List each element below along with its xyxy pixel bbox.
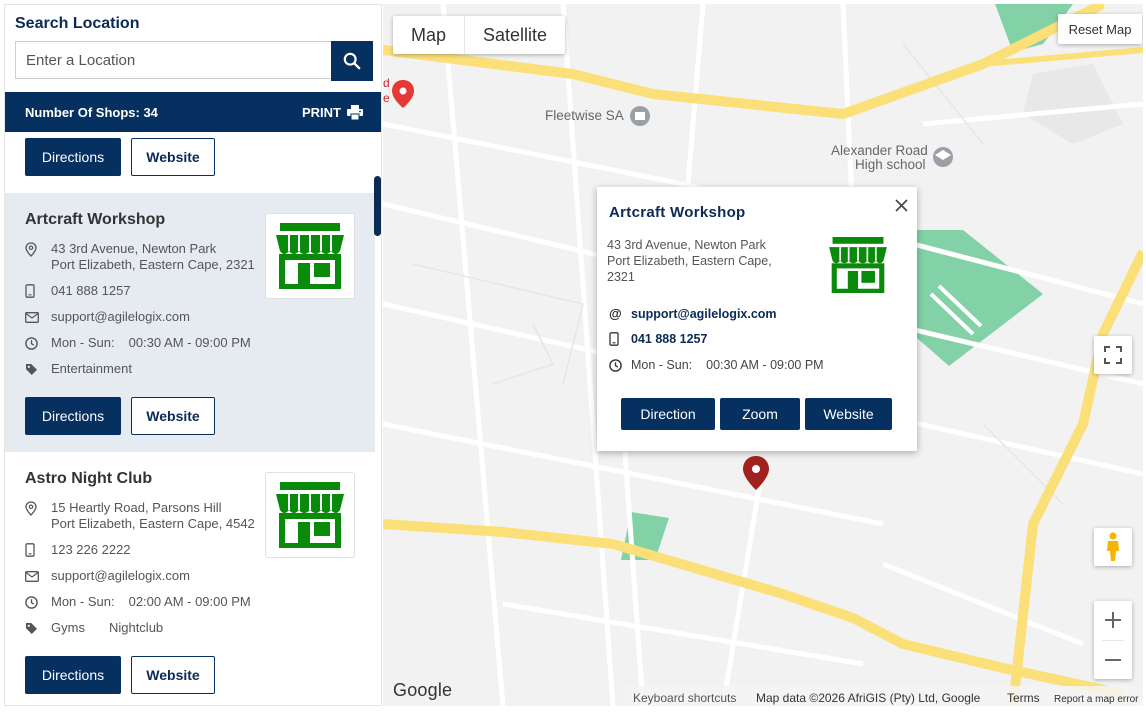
popup-close-button[interactable]	[891, 195, 911, 215]
map-type-map[interactable]: Map	[393, 16, 464, 54]
location-pin-icon	[25, 241, 37, 257]
phone-icon	[25, 543, 35, 557]
pegman-icon	[1107, 532, 1119, 561]
street-view-button[interactable]	[1094, 528, 1132, 566]
printer-icon	[347, 104, 363, 120]
map-label-fleetwise: Fleetwise SA	[545, 108, 624, 123]
phone-icon	[609, 332, 619, 346]
store-locator-sidebar: Search Location Number Of Shops: 34 PRIN…	[4, 4, 382, 706]
popup-address: 43 3rd Avenue, Newton Park Port Elizabet…	[607, 238, 772, 284]
map-label-high-school: High school	[855, 157, 926, 172]
store-phone: 041 888 1257	[25, 283, 131, 299]
at-icon: @	[609, 306, 622, 321]
search-icon	[343, 52, 361, 70]
zoom-out-button[interactable]	[1094, 641, 1132, 679]
store-thumbnail	[265, 472, 355, 558]
website-button[interactable]: Website	[131, 397, 215, 435]
website-button[interactable]: Website	[131, 656, 215, 694]
list-scrollbar[interactable]	[374, 176, 381, 236]
directions-button[interactable]: Directions	[25, 656, 121, 694]
store-thumbnail	[265, 213, 355, 299]
envelope-icon	[25, 570, 39, 582]
report-map-error-link[interactable]: Report a map error	[1054, 694, 1138, 705]
zoom-control	[1094, 601, 1132, 679]
clock-icon	[609, 358, 622, 372]
map-canvas[interactable]: d e Fleetwise SA Alexander Road High sch…	[383, 4, 1143, 706]
shops-count: Number Of Shops: 34	[25, 104, 158, 120]
search-button[interactable]	[331, 41, 373, 81]
map-label-partial: d	[383, 76, 390, 90]
store-phone: 123 226 2222	[25, 542, 131, 558]
popup-website-button[interactable]: Website	[805, 398, 892, 430]
store-card-astro[interactable]: Astro Night Club 15 Heartly Road, Parson…	[5, 452, 375, 705]
store-icon	[829, 237, 887, 294]
envelope-icon	[25, 311, 39, 323]
store-categories: Entertainment	[25, 361, 132, 377]
minus-icon	[1105, 659, 1121, 661]
store-address: 15 Heartly Road, Parsons Hill Port Elizab…	[25, 500, 255, 532]
clock-icon	[25, 595, 38, 609]
close-icon	[894, 198, 908, 212]
store-address: 43 3rd Avenue, Newton Park Port Elizabeth…	[25, 241, 255, 273]
popup-zoom-button[interactable]: Zoom	[720, 398, 800, 430]
website-button[interactable]: Website	[131, 138, 215, 176]
store-title: Astro Night Club	[25, 470, 153, 487]
store-hours: Mon - Sun: 02:00 AM - 09:00 PM	[25, 594, 251, 610]
popup-direction-button[interactable]: Direction	[621, 398, 715, 430]
store-icon	[276, 223, 344, 289]
map-type-control: Map Satellite	[393, 16, 566, 54]
popup-hours: Mon - Sun: 00:30 AM - 09:00 PM	[609, 358, 824, 372]
search-title: Search Location	[15, 15, 140, 32]
store-hours: Mon - Sun: 00:30 AM - 09:00 PM	[25, 335, 251, 351]
map-type-satellite[interactable]: Satellite	[465, 16, 565, 54]
google-logo: Google	[393, 680, 453, 700]
map-label-partial2: e	[383, 91, 390, 105]
tag-icon	[26, 622, 37, 634]
fullscreen-button[interactable]	[1094, 336, 1132, 374]
popup-store-image	[829, 237, 887, 298]
map-data-attribution: Map data ©2026 AfriGIS (Pty) Ltd, Google	[756, 691, 981, 705]
tag-icon	[26, 363, 37, 375]
terms-link[interactable]: Terms	[1007, 691, 1040, 705]
print-label: PRINT	[302, 104, 341, 120]
popup-email: @ support@agilelogix.com	[609, 306, 777, 321]
directions-button[interactable]: Directions	[25, 138, 121, 176]
keyboard-shortcuts-link[interactable]: Keyboard shortcuts	[633, 691, 736, 705]
fullscreen-icon	[1104, 346, 1122, 364]
store-card-artcraft[interactable]: Artcraft Workshop 43 3rd Avenue, Newton …	[5, 193, 375, 452]
directions-button[interactable]: Directions	[25, 397, 121, 435]
map-label-alexander-road: Alexander Road	[831, 143, 928, 158]
shops-count-bar: Number Of Shops: 34 PRINT	[5, 92, 381, 132]
store-title: Artcraft Workshop	[25, 211, 166, 228]
phone-icon	[25, 284, 35, 298]
reset-map-button[interactable]: Reset Map	[1058, 14, 1142, 44]
clock-icon	[25, 336, 38, 350]
store-email: support@agilelogix.com	[25, 568, 190, 584]
search-input[interactable]	[15, 41, 331, 79]
print-button[interactable]: PRINT	[302, 104, 363, 120]
location-pin-icon	[25, 500, 37, 516]
popup-title: Artcraft Workshop	[609, 204, 746, 221]
store-email: support@agilelogix.com	[25, 309, 190, 325]
store-categories: Gyms Nightclub	[25, 620, 163, 636]
store-icon	[276, 482, 344, 548]
store-info-popup: Artcraft Workshop 43 3rd Avenue, Newton …	[597, 187, 917, 451]
zoom-in-button[interactable]	[1094, 601, 1132, 639]
store-list[interactable]: Directions Website Artcraft Workshop 43 …	[5, 132, 381, 705]
plus-icon	[1105, 612, 1121, 628]
popup-phone: 041 888 1257	[609, 332, 707, 346]
